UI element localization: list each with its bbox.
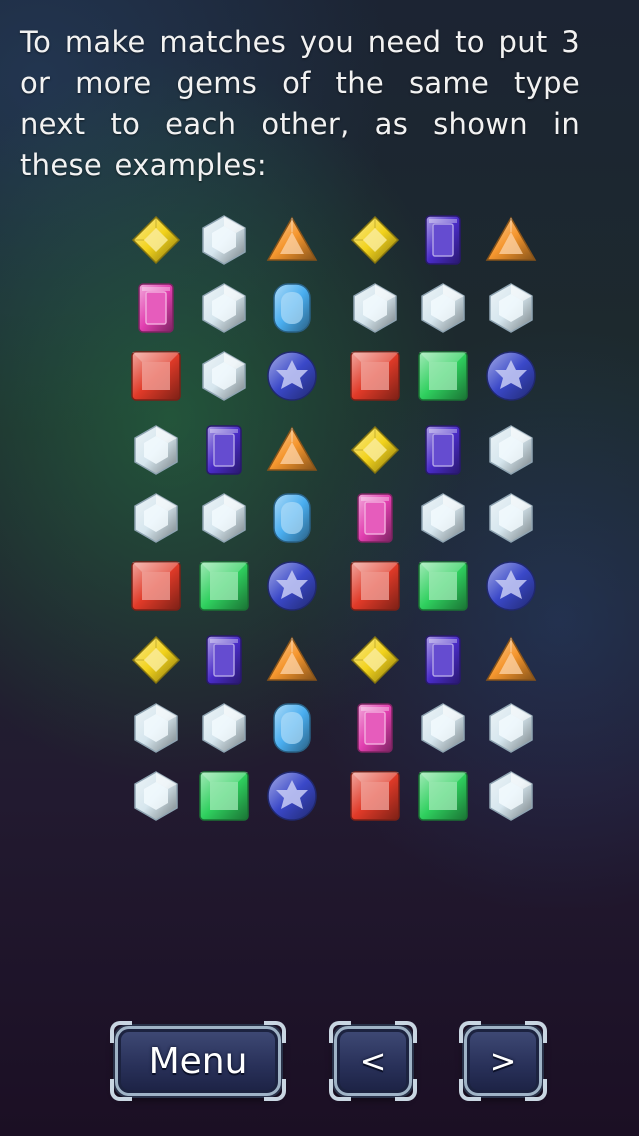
frame-corner [110, 1079, 132, 1101]
white-gem-icon [128, 422, 184, 478]
blue-gem-icon [264, 348, 320, 404]
example-grid-3 [128, 422, 320, 614]
red-gem-icon [347, 558, 403, 614]
white-gem-icon [483, 768, 539, 824]
white-gem-icon [347, 280, 403, 336]
pink-gem-icon [347, 700, 403, 756]
pink-gem-icon [347, 490, 403, 546]
previous-page-label: < [359, 1042, 387, 1080]
example-grid-6 [347, 632, 539, 824]
menu-button[interactable]: Menu [110, 1021, 286, 1101]
frame-corner [395, 1079, 417, 1101]
green-gem-icon [196, 768, 252, 824]
blue-gem-icon [483, 558, 539, 614]
white-gem-icon [196, 212, 252, 268]
white-gem-icon [196, 700, 252, 756]
frame-corner [329, 1079, 351, 1101]
white-gem-icon [415, 490, 471, 546]
previous-page-button[interactable]: < [329, 1021, 417, 1101]
blue-gem-icon [483, 348, 539, 404]
example-grid-5 [128, 632, 320, 824]
example-grid-2 [347, 212, 539, 404]
orange-gem-icon [483, 632, 539, 688]
white-gem-icon [196, 348, 252, 404]
white-gem-icon [483, 490, 539, 546]
white-gem-icon [415, 700, 471, 756]
orange-gem-icon [264, 632, 320, 688]
purple-gem-icon [415, 632, 471, 688]
green-gem-icon [415, 348, 471, 404]
green-gem-icon [415, 558, 471, 614]
purple-gem-icon [196, 632, 252, 688]
white-gem-icon [483, 280, 539, 336]
purple-gem-icon [415, 422, 471, 478]
frame-corner [525, 1079, 547, 1101]
lightblue-gem-icon [264, 490, 320, 546]
frame-corner [329, 1021, 351, 1043]
red-gem-icon [347, 348, 403, 404]
frame-corner [110, 1021, 132, 1043]
green-gem-icon [415, 768, 471, 824]
white-gem-icon [128, 700, 184, 756]
instruction-text: To make matches you need to put 3 or mor… [20, 25, 580, 182]
green-gem-icon [196, 558, 252, 614]
example-grid-4 [347, 422, 539, 614]
example-grid-1 [128, 212, 320, 404]
purple-gem-icon [415, 212, 471, 268]
orange-gem-icon [483, 212, 539, 268]
red-gem-icon [347, 768, 403, 824]
lightblue-gem-icon [264, 700, 320, 756]
yellow-gem-icon [347, 632, 403, 688]
red-gem-icon [128, 558, 184, 614]
frame-corner [525, 1021, 547, 1043]
menu-button-label: Menu [148, 1040, 248, 1082]
next-page-button[interactable]: > [459, 1021, 547, 1101]
white-gem-icon [415, 280, 471, 336]
orange-gem-icon [264, 212, 320, 268]
lightblue-gem-icon [264, 280, 320, 336]
yellow-gem-icon [128, 212, 184, 268]
frame-corner [459, 1021, 481, 1043]
yellow-gem-icon [128, 632, 184, 688]
white-gem-icon [483, 700, 539, 756]
purple-gem-icon [196, 422, 252, 478]
yellow-gem-icon [347, 212, 403, 268]
yellow-gem-icon [347, 422, 403, 478]
white-gem-icon [196, 280, 252, 336]
orange-gem-icon [264, 422, 320, 478]
frame-corner [459, 1079, 481, 1101]
white-gem-icon [128, 490, 184, 546]
next-page-label: > [489, 1042, 517, 1080]
pink-gem-icon [128, 280, 184, 336]
red-gem-icon [128, 348, 184, 404]
blue-gem-icon [264, 558, 320, 614]
white-gem-icon [128, 768, 184, 824]
white-gem-icon [196, 490, 252, 546]
blue-gem-icon [264, 768, 320, 824]
frame-corner [395, 1021, 417, 1043]
white-gem-icon [483, 422, 539, 478]
frame-corner [264, 1021, 286, 1043]
frame-corner [264, 1079, 286, 1101]
